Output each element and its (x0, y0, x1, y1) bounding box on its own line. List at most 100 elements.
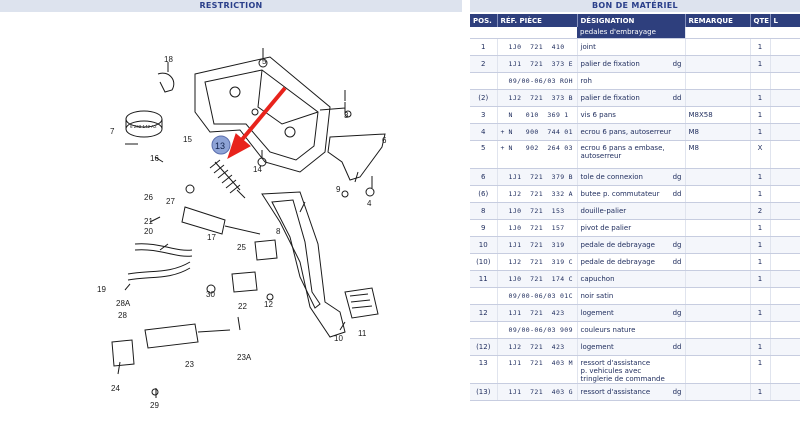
col-remark[interactable]: REMARQUE (685, 14, 751, 27)
table-row[interactable]: 09/00-06/03 01C noir satin (470, 287, 800, 305)
cell-ref-number: 1J0 721 174 (508, 274, 565, 283)
cell-ref-suffix: C (568, 257, 573, 266)
cell-l (770, 72, 800, 90)
cell-ref-number: N 902 264 (508, 143, 561, 152)
cell-pos: 13 (470, 354, 498, 384)
master-cylinder (181, 206, 226, 235)
cell-remark (685, 321, 751, 339)
panel-divider (462, 0, 470, 422)
designation-text: logement (580, 308, 614, 317)
restriction-header: RESTRICTION (0, 0, 462, 12)
cell-ref: 09/00-06/03 01C (497, 287, 578, 305)
side-indicator (678, 77, 682, 85)
table-row[interactable]: 5 + N 902 264 03 ecrou 6 pans a embase, auto… (470, 140, 800, 169)
cell-qty: 2 (750, 202, 771, 220)
cell-ref-suffix: B (568, 172, 573, 181)
col-ref[interactable]: RÉF. PIÈCE (497, 14, 578, 27)
side-indicator (678, 326, 682, 334)
cell-ref-number: N 010 369 (508, 110, 561, 119)
col-qty[interactable]: QTE (750, 14, 771, 27)
cell-remark (685, 55, 751, 73)
cell-qty: 1 (750, 253, 771, 271)
side-indicator (678, 128, 682, 136)
cell-ref-suffix: M (568, 358, 573, 367)
cell-pos: 2 (470, 55, 498, 73)
cell-ref: 1J0 721 174 C (497, 270, 578, 288)
cell-l (770, 123, 800, 141)
cell-pos: 8 (470, 202, 498, 220)
table-row[interactable]: (13) 1J1 721 403 Gressort d'assistance dg 1 (470, 383, 800, 401)
cell-l (770, 89, 800, 107)
callout-11: 11 (358, 329, 367, 338)
table-row[interactable]: 4 + N 900 744 01 ecrou 6 pans, autoserreur M8… (470, 123, 800, 141)
cell-ref-number: N 900 744 (508, 127, 561, 136)
cell-pos: 1 (470, 38, 498, 56)
cell-ref-number: 09/00-06/03 (508, 291, 556, 300)
designation-text: capuchon (580, 274, 615, 283)
callout-6: 6 (382, 136, 387, 145)
callout-4: 4 (367, 199, 372, 208)
red-arrow (227, 86, 287, 160)
cell-ref-number: 1J1 721 379 (508, 172, 565, 181)
table-row[interactable]: 09/00-06/03 ROH roh (470, 72, 800, 90)
table-row[interactable]: 1 1J0 721 410 joint 1 (470, 38, 800, 56)
callout-29: 29 (150, 401, 159, 410)
cell-ref: 1J1 721 403 M (497, 354, 578, 384)
cell-ref-number: 1J1 721 403 (508, 358, 565, 367)
table-row[interactable]: (2) 1J2 721 373 Bpalier de fixation dd 1 (470, 89, 800, 107)
cell-remark (685, 236, 751, 254)
table-row[interactable]: 6 1J1 721 379 Btole de connexion dg 1 (470, 168, 800, 186)
col-pos[interactable]: POS. (470, 14, 498, 27)
side-indicator (678, 207, 682, 215)
callout-23A: 23A (237, 353, 252, 362)
parts-diagram[interactable]: 6 262 142 A2 18 5 3 7 15 14 6 4 9 16 26 … (0, 12, 462, 422)
cell-pos: 10 (470, 236, 498, 254)
callout-17: 17 (207, 233, 216, 242)
cell-l (770, 304, 800, 322)
cell-pos: (2) (470, 89, 498, 107)
table-row[interactable]: 13 1J1 721 403 Mressort d'assistance p. ve… (470, 354, 800, 384)
callout-16: 16 (150, 154, 159, 163)
table-row[interactable]: 12 1J1 721 423 logement dg 1 (470, 304, 800, 322)
table-row[interactable]: 09/00-06/03 909 couleurs nature (470, 321, 800, 339)
table-row[interactable]: 11 1J0 721 174 Ccapuchon 1 (470, 270, 800, 288)
callout-7: 7 (110, 127, 115, 136)
table-row[interactable]: 3N 010 369 1 vis 6 pans M8X58 1 (470, 106, 800, 124)
cell-ref-suffix: ROH (559, 76, 573, 85)
cell-l (770, 270, 800, 288)
cell-pos: (13) (470, 383, 498, 401)
cell-ref-number: 1J0 721 153 (508, 206, 565, 215)
cell-remark (685, 338, 751, 356)
table-row[interactable]: 10 1J1 721 319 pedale de debrayage dg 1 (470, 236, 800, 254)
cell-l (770, 321, 800, 339)
pedal-switch (231, 271, 258, 293)
cell-ref: 1J1 721 319 (497, 236, 578, 254)
cell-ref-suffix: 01 (564, 127, 573, 136)
table-row[interactable]: 8 1J0 721 153 douille-palier 2 (470, 202, 800, 220)
cell-designation: pivot de palier (577, 219, 686, 237)
bom-table: POS. RÉF. PIÈCE DÉSIGNATION REMARQUE QTE… (470, 14, 800, 401)
table-row[interactable]: (12) 1J2 721 423 logement dd 1 (470, 338, 800, 356)
cell-remark (685, 168, 751, 186)
cell-designation: ecrou 6 pans a embase, autoserreur (577, 140, 686, 169)
designation-text: ressort d'assistance (580, 387, 651, 396)
callout-22: 22 (238, 302, 247, 311)
side-indicator: dd (672, 257, 682, 266)
callout-15: 15 (183, 135, 192, 144)
table-row[interactable]: 9 1J0 721 157 pivot de palier 1 (470, 219, 800, 237)
cell-pos: 12 (470, 304, 498, 322)
cell-ref: 1J0 721 410 (497, 38, 578, 56)
bom-table-wrap[interactable]: POS. RÉF. PIÈCE DÉSIGNATION REMARQUE QTE… (470, 14, 800, 422)
cell-ref: N 010 369 1 (497, 106, 578, 124)
col-designation[interactable]: DÉSIGNATION (577, 14, 686, 27)
cell-pos: 6 (470, 168, 498, 186)
table-row[interactable]: 2 1J1 721 373 Epalier de fixation dg 1 (470, 55, 800, 73)
cell-remark (685, 38, 751, 56)
cell-remark (685, 185, 751, 203)
table-row[interactable]: (6) 1J2 721 332 Abutee p. commutateur dd 1 (470, 185, 800, 203)
col-l[interactable]: L (770, 14, 800, 27)
cell-ref: 1J1 721 403 G (497, 383, 578, 401)
housing (254, 239, 278, 261)
clip (157, 72, 175, 93)
table-row[interactable]: (10) 1J2 721 319 Cpedale de debrayage dd 1 (470, 253, 800, 271)
